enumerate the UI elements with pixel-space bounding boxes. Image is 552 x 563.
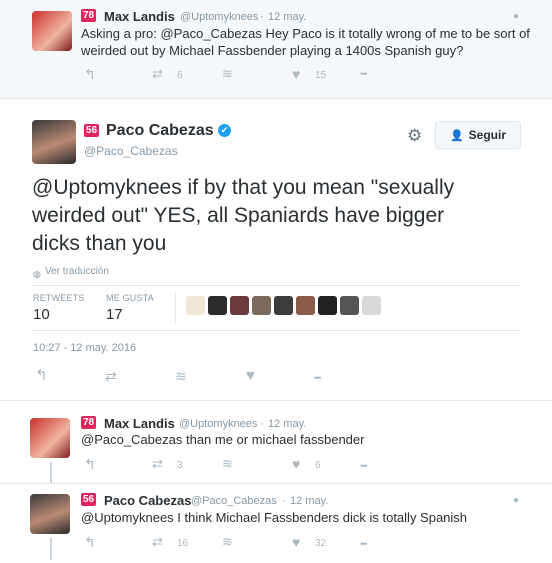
reply-icon[interactable]: ↰ (84, 535, 96, 549)
rank-badge: 78 (81, 9, 97, 22)
follow-label: Seguir (468, 128, 507, 142)
stack-icon[interactable]: ≋ (222, 457, 233, 470)
gear-icon[interactable]: ⚙ (407, 127, 422, 144)
liker-avatar[interactable] (340, 296, 359, 315)
conversation-thread-line (50, 538, 52, 560)
tweet-timestamp[interactable]: 10:27 - 12 may. 2016 (33, 342, 136, 354)
liker-avatar[interactable] (318, 296, 337, 315)
more-icon[interactable]: ••• (360, 538, 368, 550)
reply-icon[interactable]: ↰ (35, 368, 48, 383)
tweet-text-line-1: @Uptomyknees if by that you mean "sexual… (32, 176, 455, 199)
author-handle[interactable]: @Paco_Cabezas (191, 495, 277, 507)
follow-button[interactable]: 👤 Seguir (435, 121, 521, 149)
rank-badge: 78 (81, 416, 97, 429)
like-count: 6 (315, 460, 321, 471)
more-icon[interactable]: ••• (360, 68, 368, 80)
author-handle[interactable]: @Uptomyknees (179, 418, 257, 430)
retweet-icon[interactable]: ⇄ (152, 535, 163, 548)
divider (32, 330, 520, 331)
separator-dot: · (282, 495, 286, 507)
liker-avatar[interactable] (230, 296, 249, 315)
like-icon[interactable]: ♥ (292, 535, 300, 549)
like-count: 32 (315, 538, 327, 549)
tweet-options-icon[interactable]: ● (513, 11, 519, 23)
stack-icon[interactable]: ≋ (175, 369, 187, 383)
verified-icon: ✔ (218, 124, 231, 137)
retweets-count[interactable]: 10 (33, 306, 50, 323)
like-icon[interactable]: ♥ (292, 457, 300, 471)
tweet-text-line-3: dicks than you (32, 232, 167, 255)
reply-text: @Paco_Cabezas than me or michael fassben… (81, 432, 365, 447)
translate-link[interactable]: Ver traducción (45, 266, 109, 277)
stack-icon[interactable]: ≋ (222, 535, 233, 548)
retweet-icon[interactable]: ⇄ (152, 457, 163, 470)
rank-badge: 56 (84, 124, 100, 137)
tweet-text-line-2: weirded out by Michael Fassbender playin… (81, 43, 464, 58)
retweet-icon[interactable]: ⇄ (105, 369, 117, 383)
tweet-text-line-1: Asking a pro: @Paco_Cabezas Hey Paco is … (81, 26, 530, 41)
stack-icon[interactable]: ≋ (222, 67, 233, 80)
author-handle[interactable]: @Uptomyknees (180, 11, 258, 23)
more-icon[interactable]: ••• (314, 372, 322, 384)
liker-avatar[interactable] (208, 296, 227, 315)
reply-text: @Uptomyknees I think Michael Fassbenders… (81, 510, 468, 525)
liker-avatar[interactable] (252, 296, 271, 315)
author-name[interactable]: Max Landis (104, 416, 175, 431)
avatar-paco-cabezas[interactable] (32, 120, 76, 164)
separator-dot: · (260, 418, 264, 430)
more-icon[interactable]: ••• (360, 460, 368, 472)
reply-icon[interactable]: ↰ (84, 67, 96, 81)
divider (0, 400, 552, 401)
author-name[interactable]: Paco Cabezas (106, 122, 214, 140)
separator-dot: · (260, 11, 264, 23)
like-count: 15 (315, 70, 327, 81)
divider (0, 483, 552, 484)
conversation-thread-line (50, 462, 52, 484)
author-handle[interactable]: @Paco_Cabezas (84, 144, 178, 158)
globe-icon: ◍ (33, 269, 41, 279)
author-name[interactable]: Paco Cabezas (104, 493, 191, 508)
liker-avatars (186, 296, 381, 315)
retweet-icon[interactable]: ⇄ (152, 67, 163, 80)
like-icon[interactable]: ♥ (292, 67, 300, 81)
like-icon[interactable]: ♥ (246, 368, 255, 383)
divider (32, 285, 520, 286)
author-name[interactable]: Max Landis (104, 9, 175, 24)
tweet-options-icon[interactable]: ● (513, 495, 519, 507)
avatar-max-landis[interactable] (30, 418, 70, 458)
likes-label[interactable]: ME GUSTA (106, 293, 154, 303)
divider (0, 98, 552, 99)
reply-icon[interactable]: ↰ (84, 457, 96, 471)
liker-avatar[interactable] (296, 296, 315, 315)
likes-count[interactable]: 17 (106, 306, 123, 323)
retweets-label[interactable]: RETWEETS (33, 293, 85, 303)
stats-divider (175, 292, 176, 324)
rank-badge: 56 (81, 493, 97, 506)
retweet-count: 16 (177, 538, 189, 549)
liker-avatar[interactable] (362, 296, 381, 315)
avatar-paco-cabezas[interactable] (30, 494, 70, 534)
retweet-count: 6 (177, 70, 183, 81)
tweet-time[interactable]: 12 may. (268, 11, 306, 23)
tweet-text-line-2: weirded out" YES, all Spaniards have big… (32, 204, 445, 227)
liker-avatar[interactable] (274, 296, 293, 315)
liker-avatar[interactable] (186, 296, 205, 315)
tweet-time[interactable]: 12 may. (290, 495, 328, 507)
avatar-max-landis[interactable] (32, 11, 72, 51)
retweet-count: 3 (177, 460, 183, 471)
add-user-icon: 👤 (449, 129, 464, 142)
tweet-time[interactable]: 12 may. (268, 418, 306, 430)
